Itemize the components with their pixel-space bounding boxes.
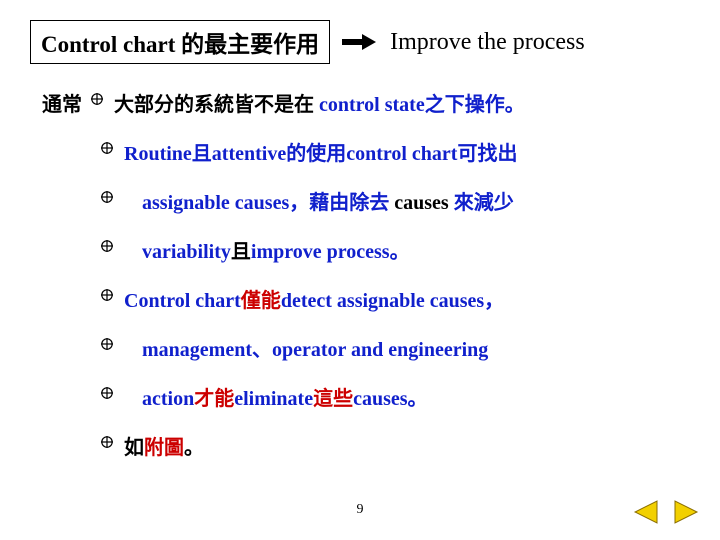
crosshair-bullet-icon: [100, 239, 114, 253]
crosshair-bullet-icon: [90, 92, 104, 106]
nav-controls: [630, 498, 702, 526]
crosshair-bullet-icon: [100, 288, 114, 302]
line-text: action才能eliminate這些causes。: [142, 382, 428, 411]
content-line: variability且improve process。: [100, 235, 690, 264]
crosshair-bullet-icon: [100, 386, 114, 400]
content-line: action才能eliminate這些causes。: [100, 382, 690, 411]
content-line: 如附圖。: [100, 431, 690, 460]
prev-button[interactable]: [630, 498, 660, 526]
arrow-right-icon: [342, 35, 378, 49]
line-text: Control chart僅能detect assignable causes，: [124, 284, 504, 313]
content-line: management、operator and engineering: [100, 333, 690, 362]
triangle-right-icon: [673, 499, 701, 525]
content-line: 通常 大部分的系統皆不是在 control state之下操作。: [42, 88, 690, 117]
content-area: 通常 大部分的系統皆不是在 control state之下操作。 Routine且a…: [30, 88, 690, 460]
crosshair-bullet-icon: [100, 141, 114, 155]
content-line: assignable causes，藉由除去 causes 來減少: [100, 186, 690, 215]
crosshair-bullet-icon: [100, 337, 114, 351]
crosshair-bullet-icon: [100, 190, 114, 204]
slide: Control chart 的最主要作用 Improve the process…: [0, 0, 720, 540]
line-text: 大部分的系統皆不是在 control state之下操作。: [114, 88, 525, 117]
line-prefix: 通常: [42, 88, 82, 117]
header-row: Control chart 的最主要作用 Improve the process: [30, 20, 690, 64]
line-text: management、operator and engineering: [142, 333, 488, 362]
header-improve: Improve the process: [390, 29, 585, 56]
line-text: variability且improve process。: [142, 235, 410, 264]
line-text: 如附圖。: [124, 431, 204, 460]
crosshair-bullet-icon: [100, 435, 114, 449]
triangle-left-icon: [631, 499, 659, 525]
next-button[interactable]: [672, 498, 702, 526]
content-line: Control chart僅能detect assignable causes，: [100, 284, 690, 313]
page-number: 9: [357, 502, 364, 518]
line-text: assignable causes，藉由除去 causes 來減少: [142, 186, 514, 215]
content-line: Routine且attentive的使用control chart可找出: [100, 137, 690, 166]
line-text: Routine且attentive的使用control chart可找出: [124, 137, 517, 166]
title-box: Control chart 的最主要作用: [30, 20, 330, 64]
